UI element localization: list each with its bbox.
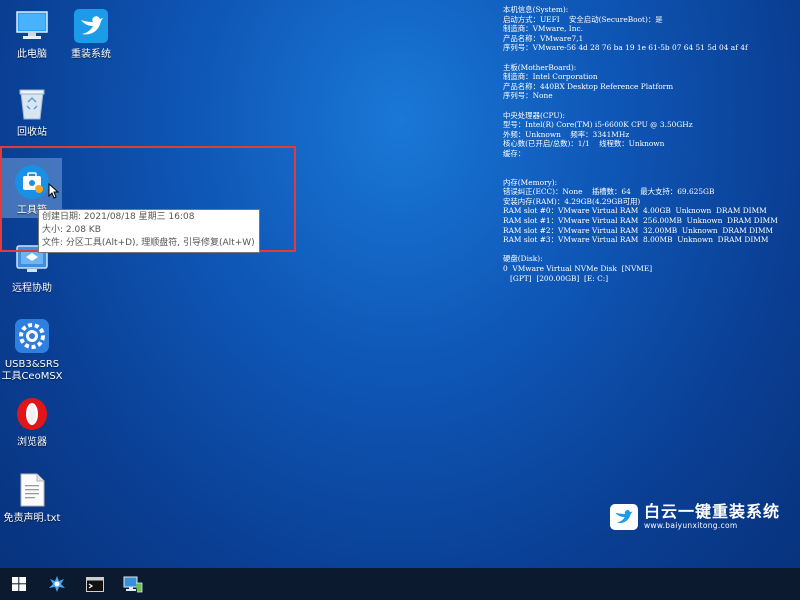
brand-url: www.baiyunxitong.com xyxy=(644,521,738,530)
system-info-panel: 本机信息(System): 启动方式：UEFI 安全启动(SecureBoot)：… xyxy=(503,5,800,283)
sysinfo-line: RAM slot #0：VMware Virtual RAM 4.00GB Un… xyxy=(503,206,767,216)
desktop-icon-browser[interactable]: 浏览器 xyxy=(0,394,64,449)
gear-app-icon xyxy=(12,316,52,356)
computer-icon xyxy=(12,6,52,46)
sysinfo-blank-line xyxy=(503,245,800,255)
brand-watermark: 白云一键重装系统 www.baiyunxitong.com xyxy=(610,503,780,530)
sysinfo-blank-line xyxy=(503,53,800,63)
bird-app-icon xyxy=(71,6,111,46)
toolbox-tooltip: 创建日期: 2021/08/18 星期三 16:08 大小: 2.08 KB 文… xyxy=(38,209,260,253)
desktop-icon-label: USB3&SRS xyxy=(4,359,60,370)
sysinfo-line: 硬盘(Disk): xyxy=(503,254,543,264)
sysinfo-line: 中央处理器(CPU): xyxy=(503,110,565,120)
desktop-icon-label-line2: 工具CeoMSX xyxy=(1,371,63,382)
sysinfo-line: 序列号：VMware-56 4d 28 76 ba 19 1e 61-5b 07… xyxy=(503,43,748,53)
sysinfo-line: RAM slot #3：VMware Virtual RAM 8.00MB Un… xyxy=(503,235,769,245)
sysinfo-line: 型号：Intel(R) Core(TM) i5-6600K CPU @ 3.50… xyxy=(503,120,693,130)
desktop-icon-usb3-srs[interactable]: USB3&SRS 工具CeoMSX xyxy=(0,316,64,383)
taskbar xyxy=(0,568,800,600)
opera-icon xyxy=(12,394,52,434)
sysinfo-line: RAM slot #2：VMware Virtual RAM 32.00MB U… xyxy=(503,225,774,235)
sysinfo-line: [GPT] [200.00GB] [E: C:] xyxy=(503,273,609,283)
sysinfo-line: 序列号：None xyxy=(503,91,553,101)
desktop-icon-label: 此电脑 xyxy=(17,49,47,60)
sysinfo-line: 0 VMware Virtual NVMe Disk [NVME] xyxy=(503,264,653,274)
sysinfo-line: 错误纠正(ECC)：None 插槽数：64 最大支持：69.625GB xyxy=(503,187,715,197)
sysinfo-line: 外频：Unknown 频率：3341MHz xyxy=(503,129,630,139)
sysinfo-line: RAM slot #1：VMware Virtual RAM 256.00MB … xyxy=(503,216,778,226)
network-icon xyxy=(123,576,143,593)
sysinfo-line: 主板(MotherBoard): xyxy=(503,62,577,72)
start-button[interactable] xyxy=(0,568,38,600)
desktop-icon-label: 远程协助 xyxy=(12,283,52,294)
sysinfo-line: 产品名称：440BX Desktop Reference Platform xyxy=(503,81,674,91)
desktop-icon-label: 回收站 xyxy=(17,127,47,138)
app-icon xyxy=(49,576,65,592)
terminal-icon xyxy=(86,576,104,592)
sysinfo-line: 启动方式：UEFI 安全启动(SecureBoot)：是 xyxy=(503,14,663,24)
desktop-icon-this-pc[interactable]: 此电脑 xyxy=(0,6,64,61)
recycle-bin-icon xyxy=(12,84,52,124)
sysinfo-line: 内存(Memory): xyxy=(503,177,558,187)
desktop-icon-label: 免责声明.txt xyxy=(3,513,61,524)
text-file-icon xyxy=(12,470,52,510)
sysinfo-blank-line xyxy=(503,168,800,178)
desktop-icon-recycle-bin[interactable]: 回收站 xyxy=(0,84,64,139)
brand-title: 白云一键重装系统 xyxy=(644,502,781,521)
sysinfo-line: 产品名称：VMware7,1 xyxy=(503,33,584,43)
desktop-icon-reinstall[interactable]: 重装系统 xyxy=(59,6,123,61)
windows-start-icon xyxy=(12,577,26,591)
sysinfo-line: 核心数(已开启/总数)：1/1 线程数：Unknown xyxy=(503,139,665,149)
brand-bird-icon xyxy=(610,503,638,530)
tooltip-size: 大小: 2.08 KB xyxy=(42,225,101,235)
sysinfo-line: 制造商：VMware, Inc. xyxy=(503,24,583,34)
mouse-cursor-icon xyxy=(48,182,60,203)
sysinfo-blank-line xyxy=(503,101,800,111)
desktop-icon-label: 重装系统 xyxy=(71,49,111,60)
tooltip-created: 创建日期: 2021/08/18 星期三 16:08 xyxy=(42,212,195,222)
desktop-icon-disclaimer[interactable]: 免责声明.txt xyxy=(0,470,64,525)
desktop-icon-label: 浏览器 xyxy=(17,437,47,448)
sysinfo-line: 缓存： xyxy=(503,148,526,158)
desktop: 此电脑 重装系统 回收站 工具箱 远程协助 USB3&SRS 工具CeoMSX … xyxy=(0,0,800,568)
taskbar-network-button[interactable] xyxy=(114,568,152,600)
taskbar-terminal-button[interactable] xyxy=(76,568,114,600)
tooltip-file: 文件: 分区工具(Alt+D), 理顺盘符, 引导修复(Alt+W) xyxy=(42,238,255,248)
sysinfo-line: 制造商：Intel Corporation xyxy=(503,72,598,82)
sysinfo-blank-line xyxy=(503,159,800,169)
sysinfo-line: 安装内存(RAM)：4.29GB(4.29GB可用) xyxy=(503,196,641,206)
sysinfo-line: 本机信息(System): xyxy=(503,5,569,14)
taskbar-app-button[interactable] xyxy=(38,568,76,600)
